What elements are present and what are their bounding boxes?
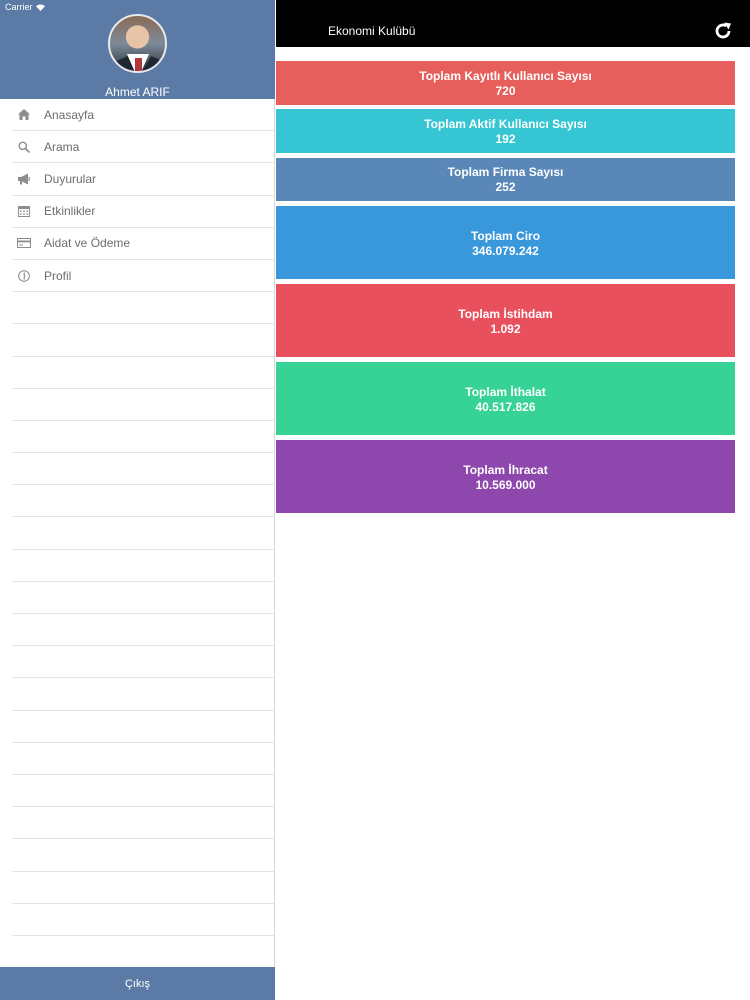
stat-card-companies[interactable]: Toplam Firma Sayısı 252	[276, 158, 735, 201]
sidebar-item-label: Aidat ve Ödeme	[44, 236, 131, 251]
main-panel: Ekonomi Kulübü Toplam Kayıtlı Kullanıcı …	[276, 0, 750, 1000]
stat-value: 192	[495, 131, 516, 146]
info-icon	[14, 269, 34, 283]
sidebar-menu: Anasayfa Arama Duyurular Etkinlikler Aid…	[0, 99, 275, 969]
stat-card-employment[interactable]: Toplam İstihdam 1.092	[276, 284, 735, 357]
empty-row	[12, 324, 275, 357]
avatar[interactable]	[108, 14, 167, 73]
empty-row	[12, 936, 275, 969]
empty-row	[12, 775, 275, 808]
empty-row	[12, 453, 275, 486]
app-screen: Ahmet ARIF Anasayfa Arama Duyurular Etki…	[0, 0, 750, 1000]
sidebar-item-etkinlikler[interactable]: Etkinlikler	[12, 196, 275, 228]
stat-value: 252	[495, 180, 516, 194]
credit-card-icon	[14, 236, 34, 250]
empty-row	[12, 421, 275, 454]
empty-row	[12, 904, 275, 936]
stat-label: Toplam İhracat	[463, 463, 548, 477]
stat-label: Toplam Firma Sayısı	[447, 165, 564, 179]
stats-list: Toplam Kayıtlı Kullanıcı Sayısı 720 Topl…	[276, 61, 735, 513]
sidebar-item-label: Etkinlikler	[44, 204, 96, 219]
sidebar-item-anasayfa[interactable]: Anasayfa	[12, 99, 275, 132]
sidebar: Ahmet ARIF Anasayfa Arama Duyurular Etki…	[0, 0, 275, 1000]
empty-row	[12, 517, 275, 550]
empty-row	[12, 292, 275, 325]
empty-row	[12, 550, 275, 582]
stat-label: Toplam İstihdam	[458, 307, 553, 321]
empty-row	[12, 743, 275, 775]
logout-button[interactable]: Çıkış	[0, 967, 275, 1000]
home-icon	[14, 108, 34, 122]
stat-value: 10.569.000	[475, 478, 536, 492]
empty-row	[12, 839, 275, 872]
sidebar-item-duyurular[interactable]: Duyurular	[12, 163, 275, 196]
profile-name: Ahmet ARIF	[105, 85, 170, 99]
search-icon	[14, 140, 34, 154]
empty-row	[12, 582, 275, 614]
wifi-icon	[35, 3, 45, 11]
empty-row	[12, 357, 275, 389]
empty-row	[12, 807, 275, 840]
empty-row	[12, 389, 275, 421]
stat-card-imports[interactable]: Toplam İthalat 40.517.826	[276, 362, 735, 435]
refresh-icon[interactable]	[713, 21, 733, 41]
carrier-label: Carrier	[5, 2, 33, 12]
navbar: Ekonomi Kulübü	[276, 0, 750, 47]
empty-row	[12, 614, 275, 647]
sidebar-item-label: Duyurular	[44, 171, 97, 186]
sidebar-item-label: Anasayfa	[44, 107, 95, 122]
stat-value: 1.092	[490, 322, 521, 336]
stat-card-active-users[interactable]: Toplam Aktif Kullanıcı Sayısı 192	[276, 109, 735, 153]
empty-row	[12, 646, 275, 679]
sidebar-item-label: Profil	[44, 268, 72, 283]
profile-header: Ahmet ARIF	[0, 0, 275, 99]
stat-label: Toplam Kayıtlı Kullanıcı Sayısı	[419, 68, 592, 83]
empty-row	[12, 678, 275, 711]
stat-label: Toplam Aktif Kullanıcı Sayısı	[424, 116, 587, 131]
sidebar-item-label: Arama	[44, 139, 80, 154]
stat-card-revenue[interactable]: Toplam Ciro 346.079.242	[276, 206, 735, 279]
megaphone-icon	[14, 172, 34, 186]
empty-row	[12, 711, 275, 743]
stat-card-registered-users[interactable]: Toplam Kayıtlı Kullanıcı Sayısı 720	[276, 61, 735, 105]
stat-label: Toplam Ciro	[470, 229, 541, 243]
empty-row	[12, 485, 275, 518]
stat-value: 40.517.826	[475, 400, 536, 414]
status-bar: Carrier	[0, 0, 275, 14]
stat-card-exports[interactable]: Toplam İhracat 10.569.000	[276, 440, 735, 513]
empty-row	[12, 872, 275, 904]
stat-value: 720	[495, 83, 516, 98]
calendar-icon	[14, 204, 34, 218]
sidebar-item-arama[interactable]: Arama	[12, 131, 275, 164]
stat-label: Toplam İthalat	[465, 385, 546, 399]
stat-value: 346.079.242	[472, 244, 539, 258]
page-title: Ekonomi Kulübü	[328, 24, 416, 38]
sidebar-item-profil[interactable]: Profil	[12, 260, 275, 293]
sidebar-item-aidat-ve-odeme[interactable]: Aidat ve Ödeme	[12, 228, 275, 260]
